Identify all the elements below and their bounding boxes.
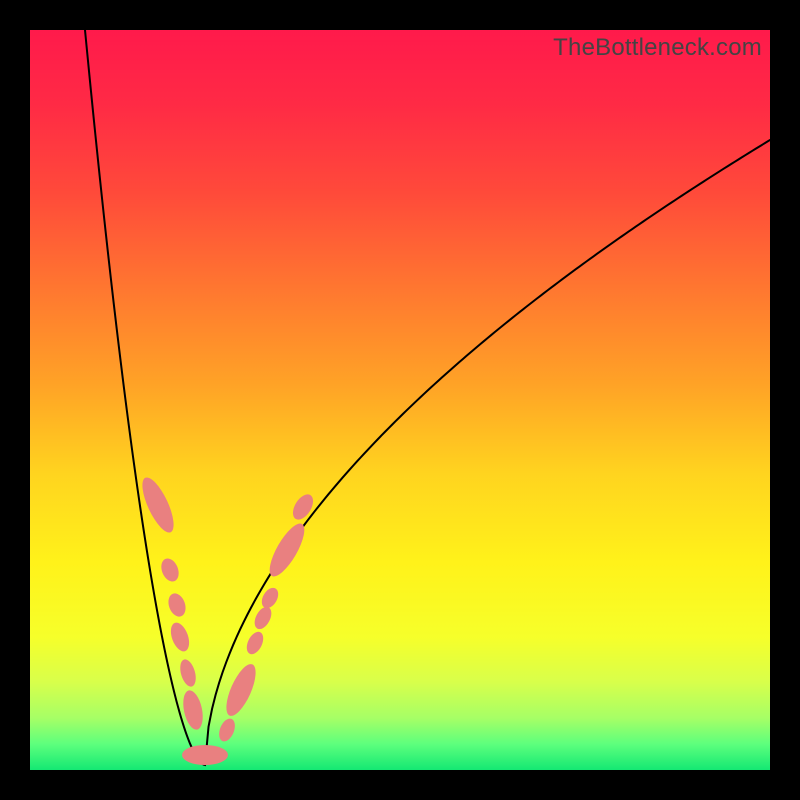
curve-marker bbox=[182, 745, 228, 765]
chart-svg bbox=[30, 30, 770, 770]
watermark-text: TheBottleneck.com bbox=[553, 34, 762, 62]
gradient-background bbox=[30, 30, 770, 770]
chart-frame: TheBottleneck.com bbox=[30, 30, 770, 770]
